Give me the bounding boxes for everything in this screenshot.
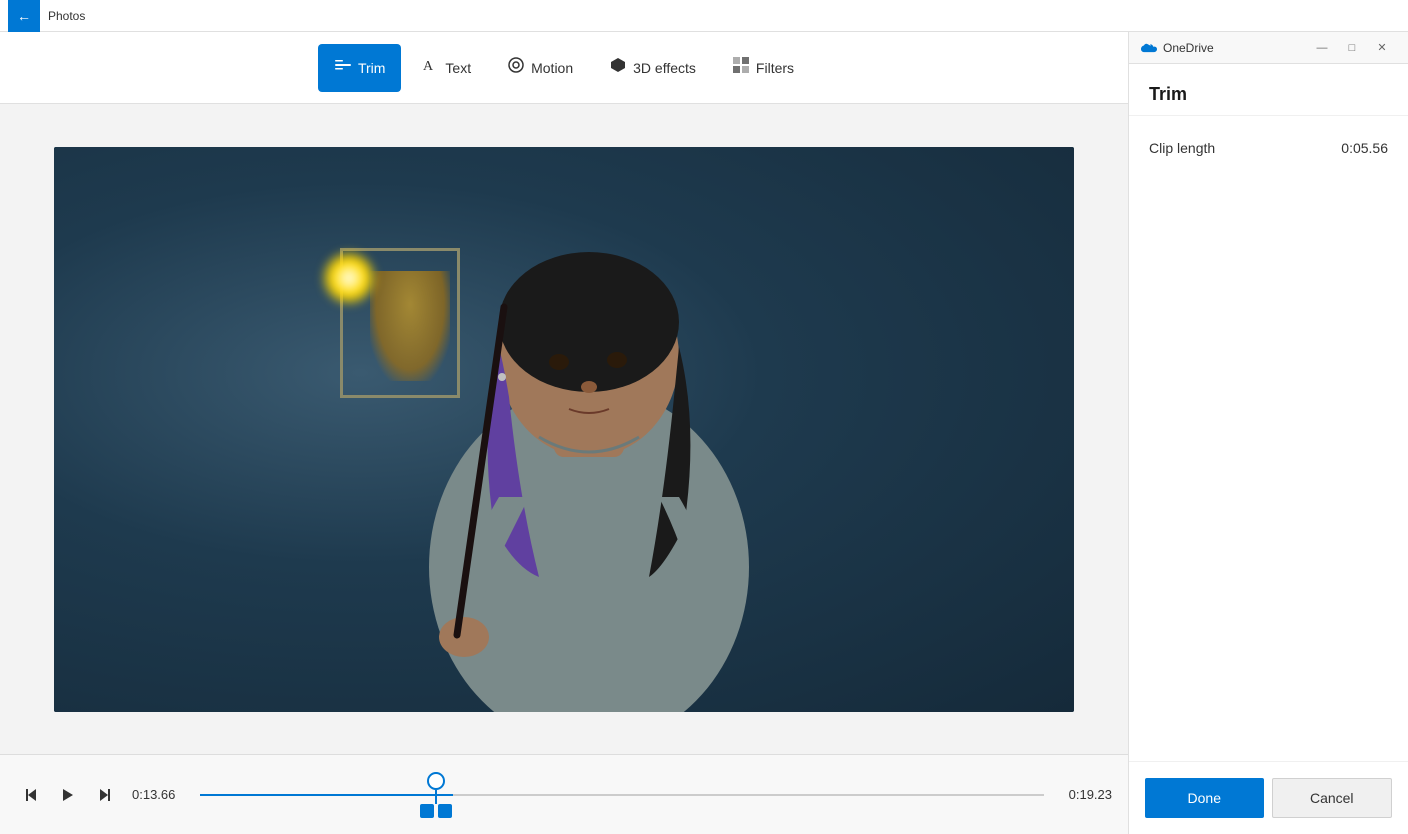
playback-controls	[16, 779, 120, 811]
step-back-button[interactable]	[16, 779, 48, 811]
title-bar: ← Photos	[0, 0, 1408, 32]
onedrive-bar: OneDrive — □ ✕	[1129, 32, 1408, 64]
play-button[interactable]	[52, 779, 84, 811]
trim-icon	[334, 56, 352, 79]
onedrive-icon	[1141, 40, 1157, 56]
right-panel: OneDrive — □ ✕ Trim Clip length 0:05.56 …	[1128, 32, 1408, 834]
current-time: 0:13.66	[132, 787, 188, 802]
trim-square-left	[420, 804, 434, 818]
text-tab[interactable]: A Text	[405, 44, 487, 92]
maximize-button[interactable]: □	[1338, 34, 1366, 62]
back-icon: ←	[17, 8, 31, 24]
minimize-button[interactable]: —	[1308, 34, 1336, 62]
clip-length-label: Clip length	[1149, 140, 1215, 156]
3deffects-tab[interactable]: 3D effects	[593, 44, 712, 92]
video-frame	[54, 147, 1074, 712]
editor-area: Trim A Text Motion	[0, 32, 1128, 834]
timeline-area: 0:13.66 0:19.23	[0, 754, 1128, 834]
onedrive-label: OneDrive	[1163, 41, 1214, 55]
3deffects-label: 3D effects	[633, 60, 696, 76]
video-container	[0, 104, 1128, 754]
filters-tab[interactable]: Filters	[716, 44, 810, 92]
main-content: Trim A Text Motion	[0, 32, 1408, 834]
app-title: Photos	[48, 9, 85, 23]
trim-tab[interactable]: Trim	[318, 44, 401, 92]
timeline-track[interactable]	[200, 775, 1044, 815]
trim-handle[interactable]	[420, 772, 452, 818]
cancel-button[interactable]: Cancel	[1272, 778, 1393, 818]
window-controls: — □ ✕	[1308, 34, 1396, 62]
motion-icon	[507, 56, 525, 79]
step-forward-button[interactable]	[88, 779, 120, 811]
trim-stem	[435, 790, 437, 804]
3deffects-icon	[609, 56, 627, 79]
trim-base	[420, 804, 452, 818]
trim-label: Trim	[358, 60, 385, 76]
filters-icon	[732, 56, 750, 79]
trim-circle	[427, 772, 445, 790]
panel-body: Clip length 0:05.56	[1129, 116, 1408, 761]
back-button[interactable]: ←	[8, 0, 40, 32]
text-icon: A	[421, 56, 439, 79]
filters-label: Filters	[756, 60, 794, 76]
motion-label: Motion	[531, 60, 573, 76]
toolbar: Trim A Text Motion	[0, 32, 1128, 104]
motion-tab[interactable]: Motion	[491, 44, 589, 92]
panel-title: Trim	[1129, 64, 1408, 116]
clip-length-value: 0:05.56	[1341, 140, 1388, 156]
done-button[interactable]: Done	[1145, 778, 1264, 818]
close-button[interactable]: ✕	[1368, 34, 1396, 62]
panel-footer: Done Cancel	[1129, 761, 1408, 834]
trim-square-right	[438, 804, 452, 818]
text-label: Text	[445, 60, 471, 76]
end-time: 0:19.23	[1056, 787, 1112, 802]
svg-text:A: A	[423, 59, 434, 74]
track-filled	[200, 794, 453, 796]
clip-info-row: Clip length 0:05.56	[1149, 132, 1388, 164]
person-svg	[339, 147, 839, 712]
